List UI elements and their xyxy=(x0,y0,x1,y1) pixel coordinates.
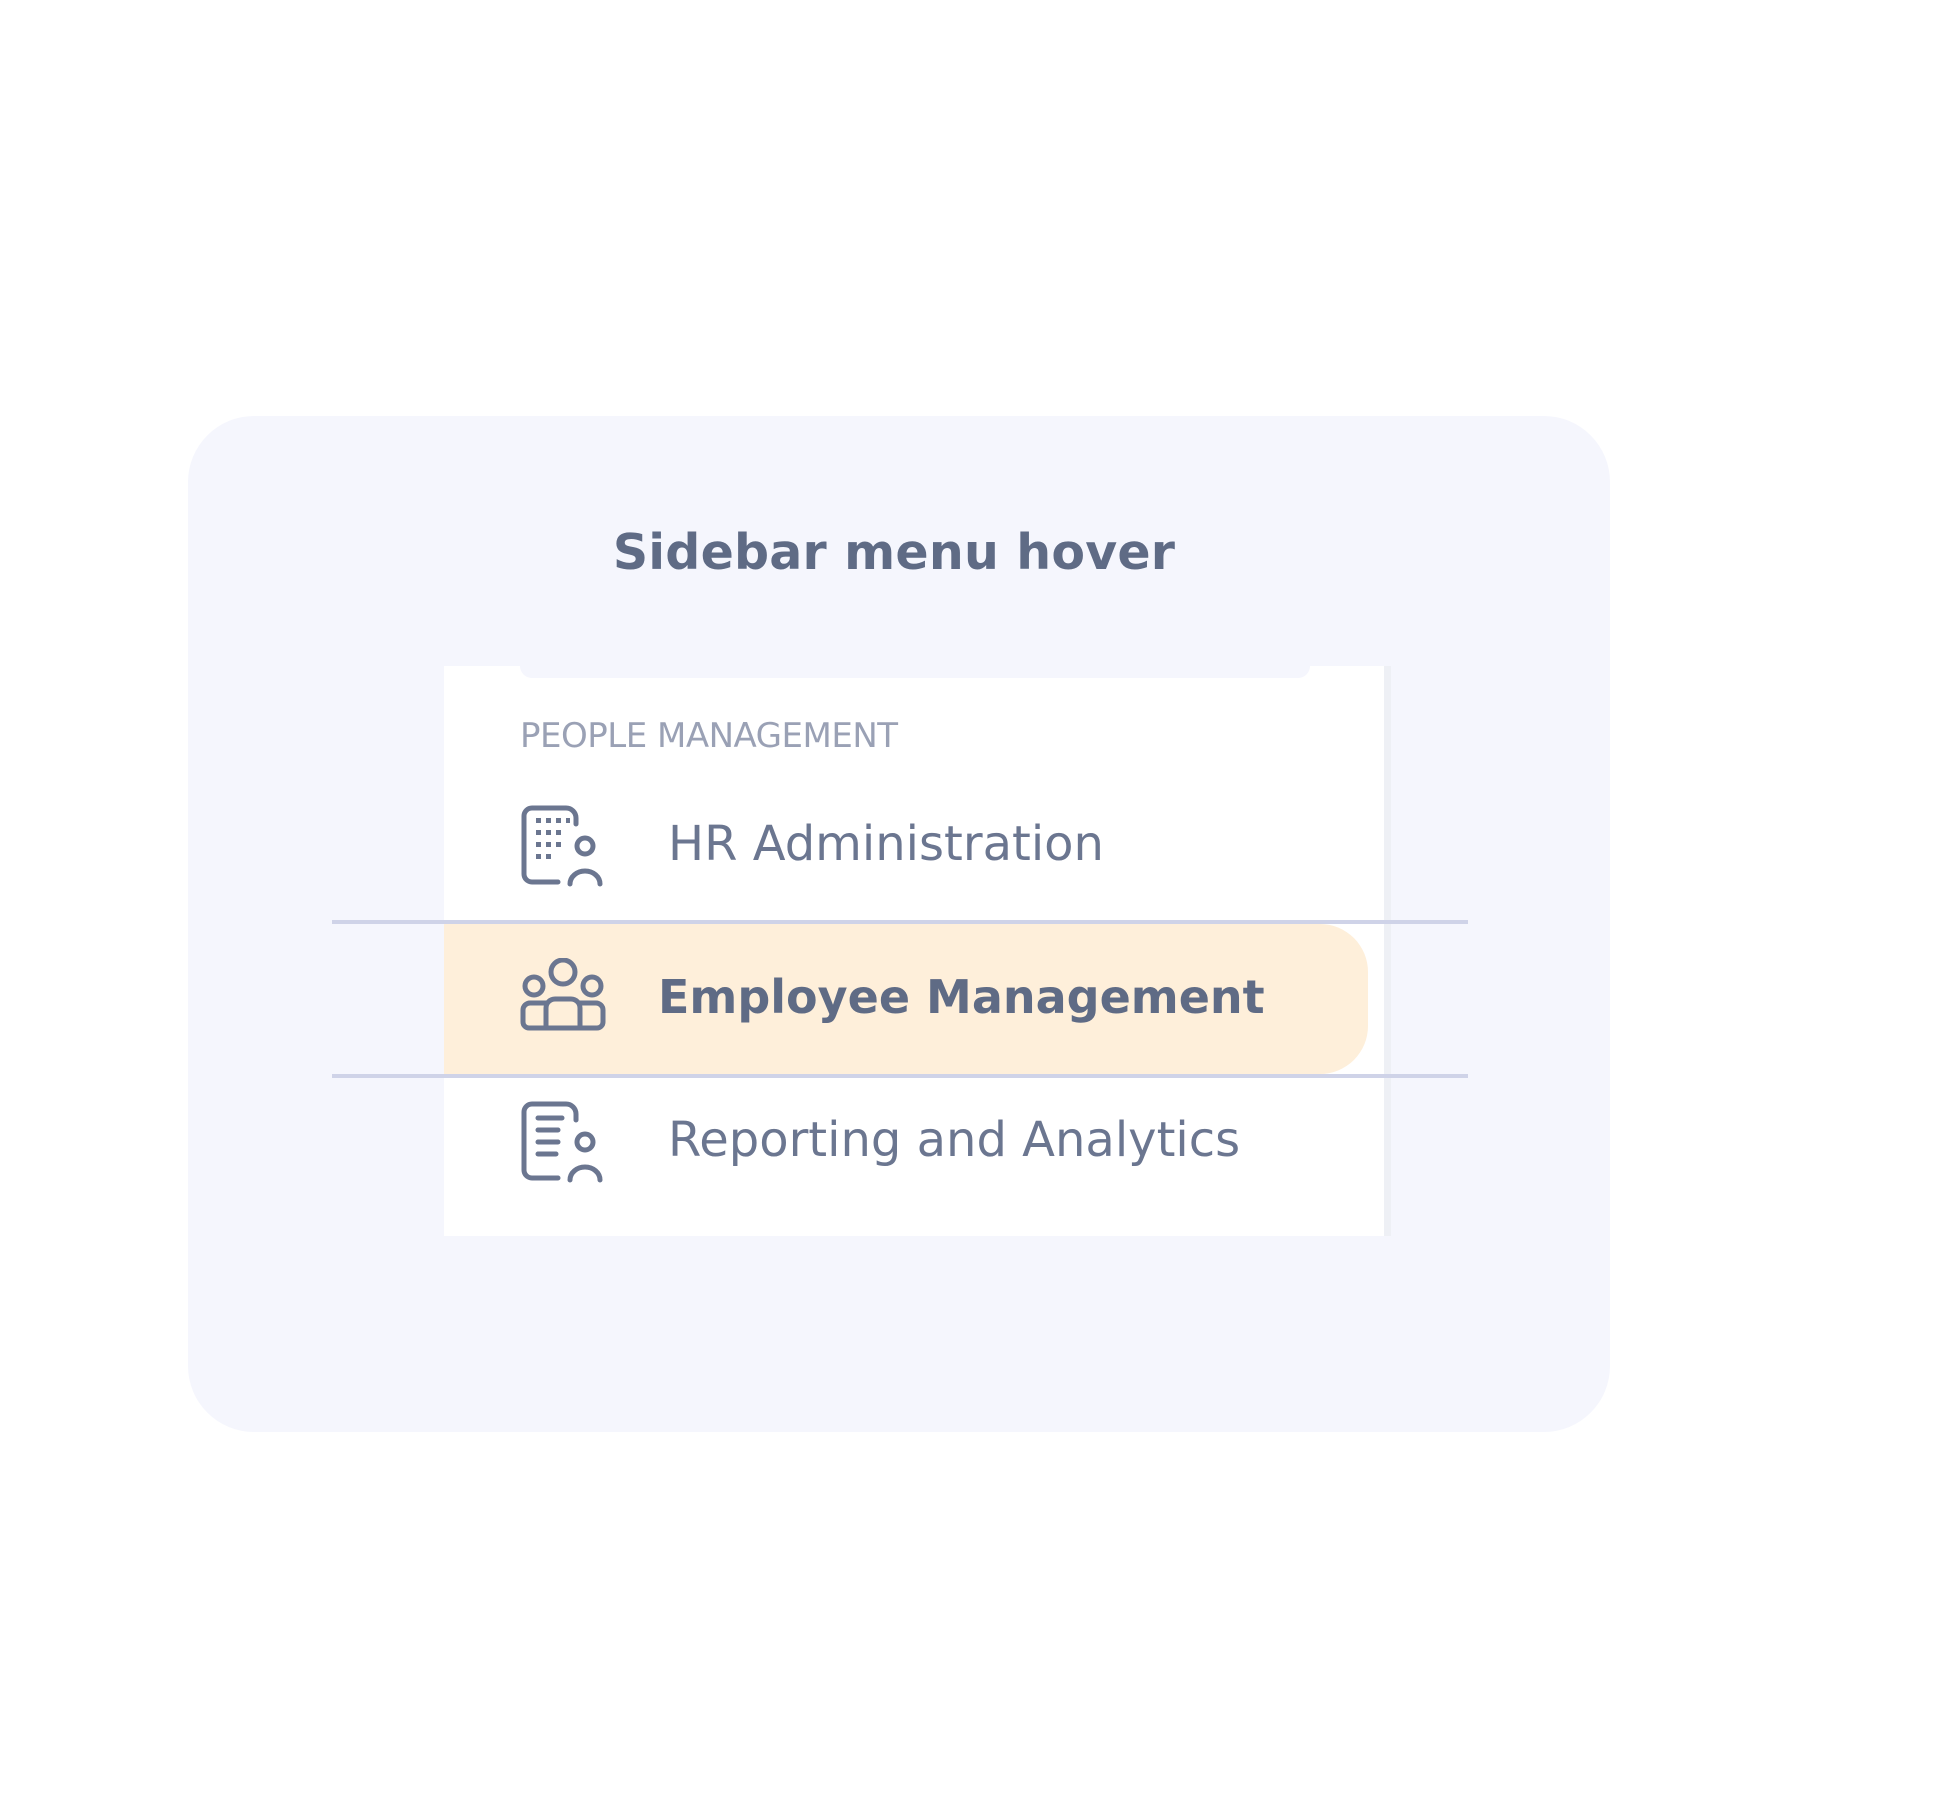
hover-guide-top-line xyxy=(332,920,1468,924)
sidebar-right-border xyxy=(1384,666,1391,1236)
section-label: PEOPLE MANAGEMENT xyxy=(520,716,898,756)
sidebar-top-edge xyxy=(520,666,1310,678)
users-group-icon xyxy=(518,957,608,1048)
sidebar-item-employee-management[interactable]: Employee Management xyxy=(444,924,1368,1074)
sidebar-item-label: Employee Management xyxy=(658,970,1265,1024)
building-user-icon xyxy=(518,800,608,890)
sidebar-item-hr-administration[interactable]: HR Administration xyxy=(444,774,1368,914)
hover-guide-bottom-line xyxy=(332,1074,1468,1078)
report-user-icon xyxy=(518,1096,608,1186)
card-title: Sidebar menu hover xyxy=(612,524,1176,581)
sidebar-item-label: HR Administration xyxy=(668,816,1104,872)
sidebar-item-reporting-and-analytics[interactable]: Reporting and Analytics xyxy=(444,1070,1368,1210)
sidebar-item-label: Reporting and Analytics xyxy=(668,1112,1241,1168)
